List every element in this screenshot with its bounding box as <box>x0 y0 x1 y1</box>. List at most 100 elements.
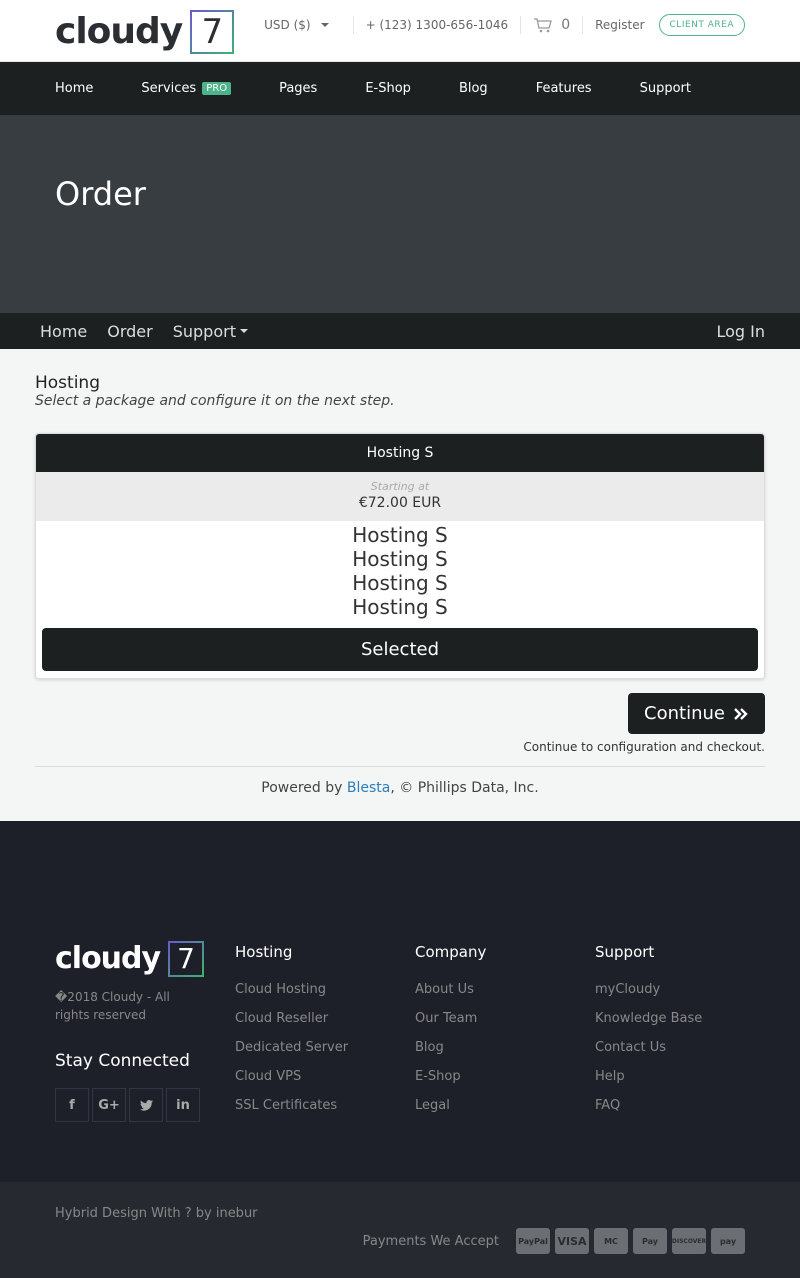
nav-label: Pages <box>279 81 318 96</box>
selected-button[interactable]: Selected <box>42 628 758 671</box>
cart-button[interactable]: 0 <box>533 17 570 33</box>
footer-link[interactable]: Knowledge Base <box>595 1010 702 1027</box>
footer-col-title: Company <box>415 943 487 961</box>
nav-label: Home <box>55 81 94 96</box>
order-nav-support[interactable]: Support <box>173 322 248 341</box>
mastercard-icon: MC <box>594 1228 628 1254</box>
footer-link[interactable]: Cloud VPS <box>235 1068 348 1085</box>
package-card[interactable]: Hosting S Starting at €72.00 EUR Hosting… <box>35 433 765 679</box>
cart-count: 0 <box>561 17 571 33</box>
package-price-block: Starting at €72.00 EUR <box>36 472 764 521</box>
divider <box>520 16 522 34</box>
package-feature: Hosting S <box>352 523 448 547</box>
continue-row: Continue <box>35 693 765 734</box>
register-link[interactable]: Register <box>595 18 644 32</box>
footer-col-hosting: Hosting Cloud Hosting Cloud Reseller Ded… <box>235 943 348 1126</box>
logo-word: cloudy <box>55 941 161 976</box>
nav-label: Support <box>639 81 691 96</box>
nav-services[interactable]: Services PRO <box>141 81 232 96</box>
footer-link[interactable]: myCloudy <box>595 981 702 998</box>
continue-label: Continue <box>644 703 725 724</box>
footer-link[interactable]: Legal <box>415 1097 486 1114</box>
package-footer: Selected <box>36 623 764 678</box>
double-chevron-right-icon <box>734 707 748 720</box>
footer-col-title: Hosting <box>235 943 293 961</box>
cart-icon <box>534 18 553 33</box>
nav-label: E-Shop <box>365 81 411 96</box>
footer-logo[interactable]: cloudy 7 <box>55 941 205 977</box>
pro-badge: PRO <box>202 82 232 95</box>
stay-connected-heading: Stay Connected <box>55 1051 190 1071</box>
footer-col-title: Support <box>595 943 655 961</box>
nav-support[interactable]: Support <box>640 81 691 96</box>
top-utilities: USD ($) + (123) 1300-656-1046 0 Register… <box>264 10 745 40</box>
currency-label: USD ($) <box>264 18 311 32</box>
section-heading: Hosting <box>35 373 100 393</box>
package-name: Hosting S <box>36 434 764 472</box>
copyright: �2018 Cloudy - All rights reserved <box>55 990 170 1022</box>
footer-link[interactable]: SSL Certificates <box>235 1097 348 1114</box>
package-feature: Hosting S <box>352 571 448 595</box>
nav-features[interactable]: Features <box>536 81 592 96</box>
currency-select[interactable]: USD ($) <box>264 18 340 32</box>
nav-home[interactable]: Home <box>55 81 93 96</box>
footer-link[interactable]: Cloud Hosting <box>235 981 348 998</box>
nav-pages[interactable]: Pages <box>279 81 317 96</box>
apple-pay-icon: Pay <box>633 1228 667 1254</box>
client-area-button[interactable]: CLIENT AREA <box>658 14 745 36</box>
login-link[interactable]: Log In <box>716 322 765 341</box>
footer-link[interactable]: About Us <box>415 981 486 998</box>
chevron-down-icon <box>239 329 248 333</box>
blesta-link[interactable]: Blesta <box>347 780 390 796</box>
footer-col-support: Support myCloudy Knowledge Base Contact … <box>595 943 702 1126</box>
package-feature: Hosting S <box>352 595 448 619</box>
top-bar: cloudy 7 USD ($) + (123) 1300-656-1046 0… <box>0 0 800 62</box>
payment-methods: Payments We Accept PayPal VISA MC Pay DI… <box>363 1228 745 1254</box>
order-nav: Home Order Support Log In <box>0 313 800 349</box>
package-feature: Hosting S <box>352 547 448 571</box>
footer-link[interactable]: Contact Us <box>595 1039 702 1056</box>
chevron-down-icon <box>320 23 329 27</box>
section-subheading: Select a package and configure it on the… <box>35 393 395 409</box>
hero-banner: Order <box>0 115 800 313</box>
amazon-pay-icon: pay <box>711 1228 745 1254</box>
google-plus-icon[interactable]: G+ <box>92 1088 126 1122</box>
package-features: Hosting S Hosting S Hosting S Hosting S <box>36 521 764 623</box>
footer-link[interactable]: Dedicated Server <box>235 1039 348 1056</box>
starting-at-label: Starting at <box>370 480 430 493</box>
support-label: Support <box>172 321 236 341</box>
footer-link[interactable]: Our Team <box>415 1010 486 1027</box>
nav-label: Blog <box>458 81 488 96</box>
order-nav-order[interactable]: Order <box>107 322 152 341</box>
facebook-icon[interactable]: f <box>55 1088 89 1122</box>
nav-blog[interactable]: Blog <box>459 81 488 96</box>
linkedin-icon[interactable]: in <box>166 1088 200 1122</box>
footer-link[interactable]: Blog <box>415 1039 486 1056</box>
payments-label: Payments We Accept <box>362 1233 499 1249</box>
logo-number: 7 <box>190 10 235 54</box>
powered-prefix: Powered by <box>261 780 347 796</box>
page-title: Order <box>55 175 146 213</box>
bottom-bar: Hybrid Design With ? by inebur Payments … <box>0 1182 800 1278</box>
divider <box>582 16 584 34</box>
logo-word: cloudy <box>55 11 183 52</box>
order-nav-home[interactable]: Home <box>40 322 87 341</box>
footer-link[interactable]: E-Shop <box>415 1068 486 1085</box>
footer: cloudy 7 �2018 Cloudy - All rights reser… <box>0 821 800 1182</box>
discover-icon: DISCOVER <box>672 1228 706 1254</box>
main-nav: Home Services PRO Pages E-Shop Blog Featu… <box>0 62 800 115</box>
logo-number: 7 <box>168 941 205 977</box>
phone-number: + (123) 1300-656-1046 <box>365 18 509 32</box>
nav-eshop[interactable]: E-Shop <box>365 81 411 96</box>
footer-link[interactable]: FAQ <box>595 1097 702 1114</box>
powered-by: Powered by Blesta, © Phillips Data, Inc. <box>35 780 765 796</box>
nav-label: Services <box>141 81 197 96</box>
paypal-icon: PayPal <box>516 1228 550 1254</box>
footer-link[interactable]: Cloud Reseller <box>235 1010 348 1027</box>
continue-button[interactable]: Continue <box>628 693 765 734</box>
social-links: f G+ in <box>55 1088 200 1122</box>
footer-link[interactable]: Help <box>595 1068 702 1085</box>
twitter-icon[interactable] <box>129 1088 163 1122</box>
nav-label: Features <box>535 81 592 96</box>
logo[interactable]: cloudy 7 <box>55 10 235 54</box>
